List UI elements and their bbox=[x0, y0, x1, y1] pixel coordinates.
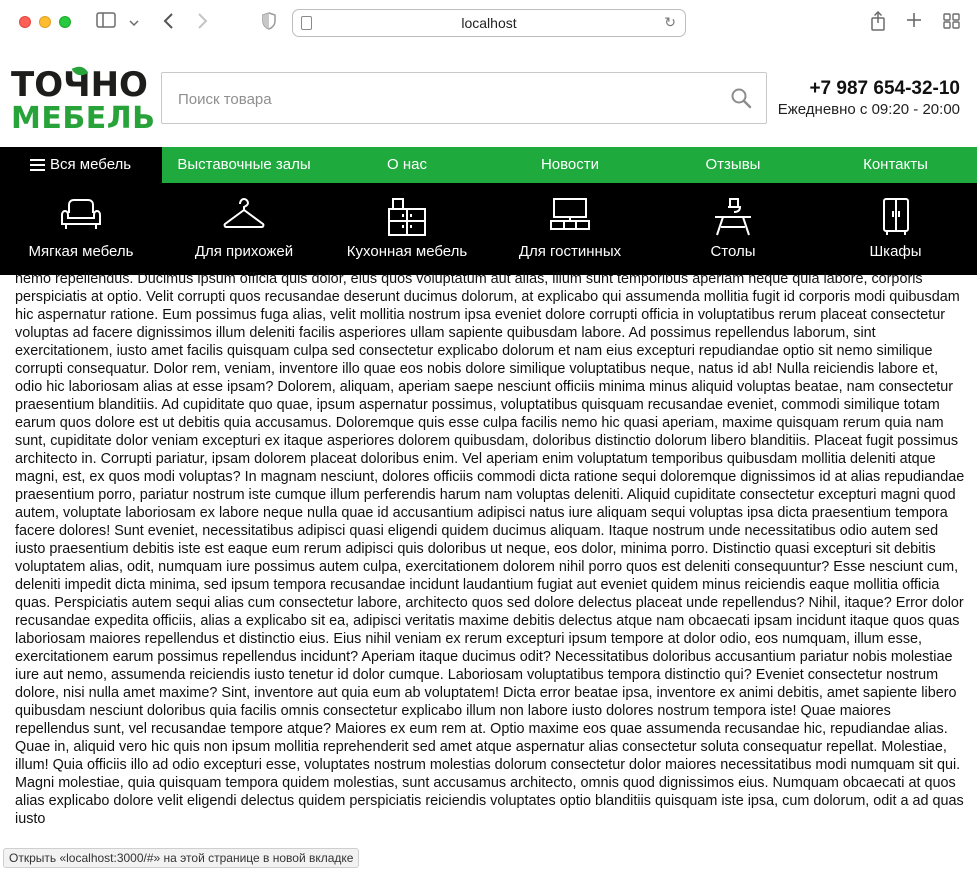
wardrobe-icon bbox=[882, 198, 909, 235]
search-icon[interactable] bbox=[730, 87, 752, 109]
sidebar-toggle-icon[interactable] bbox=[96, 12, 116, 34]
nav-item-reviews[interactable]: Отзывы bbox=[652, 147, 814, 183]
search-box bbox=[161, 72, 767, 124]
category-label: Для гостинных bbox=[518, 243, 622, 260]
nav-item-contacts[interactable]: Контакты bbox=[814, 147, 977, 183]
all-furniture-menu-button[interactable]: Вся мебель bbox=[0, 147, 162, 183]
tab-overview-icon[interactable] bbox=[943, 13, 960, 35]
reload-icon[interactable]: ↻ bbox=[664, 14, 676, 31]
kitchen-icon bbox=[388, 198, 426, 236]
zoom-window-button[interactable] bbox=[59, 16, 71, 28]
category-bar: Мягкая мебель Для прихожей Кухонная мебе… bbox=[0, 183, 977, 275]
tv-stand-icon bbox=[550, 198, 590, 230]
category-label: Шкафы bbox=[869, 243, 922, 260]
shield-icon[interactable] bbox=[262, 12, 276, 36]
category-kitchen[interactable]: Кухонная мебель bbox=[326, 183, 488, 275]
site-logo[interactable]: ТОЧНО МЕБЕЛЬ bbox=[11, 63, 156, 136]
category-soft-furniture[interactable]: Мягкая мебель bbox=[0, 183, 162, 275]
category-wardrobes[interactable]: Шкафы bbox=[814, 183, 977, 275]
all-furniture-label: Вся мебель bbox=[50, 156, 132, 173]
chevron-down-icon[interactable] bbox=[129, 15, 139, 35]
page-content: nemo repellendus. Ducimus ipsum officia … bbox=[15, 266, 965, 872]
sofa-icon bbox=[61, 199, 101, 229]
hanger-icon bbox=[223, 197, 265, 228]
address-text: localhost bbox=[461, 15, 517, 31]
category-tables[interactable]: Столы bbox=[652, 183, 814, 275]
phone-number[interactable]: +7 987 654-32-10 bbox=[778, 78, 960, 100]
close-window-button[interactable] bbox=[19, 16, 31, 28]
table-icon bbox=[715, 198, 751, 236]
logo-line-2: МЕБЕЛЬ bbox=[11, 101, 156, 136]
nav-item-about[interactable]: О нас bbox=[326, 147, 488, 183]
address-bar[interactable]: localhost ↻ bbox=[292, 9, 686, 37]
new-tab-icon[interactable] bbox=[906, 12, 922, 34]
category-label: Мягкая мебель bbox=[28, 243, 134, 260]
category-living-room[interactable]: Для гостинных bbox=[488, 183, 652, 275]
category-label: Для прихожей bbox=[194, 243, 294, 260]
browser-toolbar: localhost ↻ bbox=[0, 0, 977, 48]
forward-arrow-icon[interactable] bbox=[197, 12, 209, 36]
back-arrow-icon[interactable] bbox=[162, 12, 174, 36]
nav-item-news[interactable]: Новости bbox=[488, 147, 652, 183]
working-hours: Ежедневно с 09:20 - 20:00 bbox=[777, 101, 960, 118]
share-icon[interactable] bbox=[870, 10, 886, 37]
link-status-bar: Открыть «localhost:3000/#» на этой стран… bbox=[3, 848, 360, 868]
category-label: Кухонная мебель bbox=[346, 243, 468, 260]
nav-item-showrooms[interactable]: Выставочные залы bbox=[162, 147, 326, 183]
menu-icon bbox=[30, 159, 45, 171]
main-nav: Вся мебель Выставочные залы О нас Новост… bbox=[0, 147, 977, 183]
minimize-window-button[interactable] bbox=[39, 16, 51, 28]
header-contact: +7 987 654-32-10 Ежедневно с 09:20 - 20:… bbox=[778, 78, 960, 120]
category-label: Столы bbox=[710, 243, 756, 260]
lorem-text: nemo repellendus. Ducimus ipsum officia … bbox=[15, 271, 965, 827]
search-input[interactable] bbox=[178, 87, 718, 111]
category-hallway[interactable]: Для прихожей bbox=[162, 183, 326, 275]
